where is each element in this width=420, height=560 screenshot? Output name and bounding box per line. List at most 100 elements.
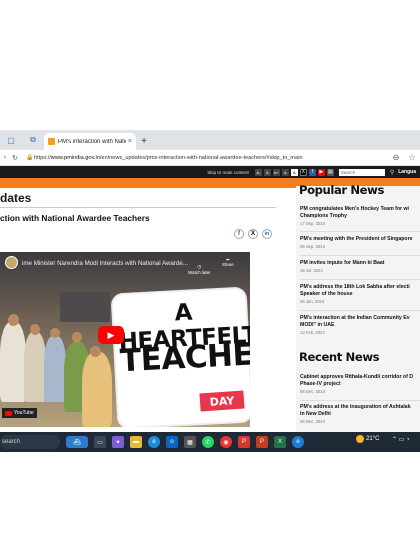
file-explorer-icon[interactable]: ▬ [130,436,142,448]
news-item[interactable]: PM invites inputs for Mann ki Baat 19 Ju… [300,260,420,273]
taskbar-search-label: search [2,439,21,445]
new-tab-button[interactable]: + [136,133,152,150]
recent-news-heading: Recent News [299,350,380,364]
video-share-button[interactable]: ➦ Share [222,257,234,268]
tab-close-icon[interactable]: × [128,138,132,145]
pinterest-icon[interactable]: P [238,436,250,448]
news-item[interactable]: PM's address at the inauguration of Asht… [300,404,420,424]
watch-later-label: Watch later [188,270,211,275]
url-domain: www.pmindia.gov.in [50,154,100,161]
news-title: PM's interaction at the Indian Community… [300,315,410,321]
taskbar-search[interactable]: search [0,435,60,449]
news-item[interactable]: PM's address the 18th Lok Sabha after el… [300,284,420,304]
copilot-icon[interactable]: ✦ [112,436,124,448]
refresh-icon[interactable]: ↻ [10,154,20,162]
news-divider [300,400,420,401]
news-item[interactable]: Cabinet approves Rithala-Kundli corridor… [300,374,420,394]
facebook-share-icon[interactable]: f [234,229,244,239]
url-path: /en/news_updates/pms-interaction-with-na… [99,154,303,161]
windows-taskbar: search ⛴ ▭ ✦ ▬ e o ▦ ✆ ◉ P P X e 21°C ⌃ … [0,432,420,452]
share-label: Share [222,261,234,267]
thumbnail-screen [60,292,110,322]
news-title: PM congratulates Men's Hockey Team for w… [300,206,409,212]
news-divider [300,255,420,256]
site-search-input[interactable]: Search [338,168,385,176]
excel-icon[interactable]: X [274,436,286,448]
thumbnail-figure [30,324,40,335]
thumbnail-figure [0,322,26,402]
play-button[interactable]: ▶ [98,326,124,344]
language-selector[interactable]: Langua [398,169,416,175]
facebook-icon[interactable]: f [308,168,316,176]
thumbnail-headline-2: TEACHERS [119,334,250,380]
youtube-logo[interactable]: YouTube [2,408,37,418]
contrast-dark-button[interactable]: A [281,168,289,176]
browser-tab-active[interactable]: PM's interaction with National Aw... × [44,133,136,150]
thumbnail-day-tag: DAY [199,390,245,412]
news-item[interactable]: PM congratulates Men's Hockey Team for w… [300,206,420,226]
media-icon[interactable]: ▤ [326,168,334,176]
video-embed[interactable]: ime Minister Narendra Modi Interacts wit… [0,252,250,427]
powerpoint-icon[interactable]: P [256,436,268,448]
url-field[interactable]: https://www.pmindia.gov.in/en/news_updat… [34,155,388,161]
thumbnail-figure [90,346,101,357]
thumbnail-figure [50,328,60,338]
news-title: PM invites inputs for Mann ki Baat [300,260,385,266]
lock-icon[interactable]: 🔒 [26,154,34,161]
sitemap-icon[interactable]: ⚲ [390,169,394,176]
watch-later-button[interactable]: ◷ Watch later [188,264,211,275]
news-divider [300,310,420,311]
tab-actions-icon[interactable]: ▢ [0,130,22,150]
youtube-icon[interactable]: ▶ [317,168,325,176]
sun-icon [356,435,364,443]
channel-avatar[interactable] [5,256,18,269]
video-title[interactable]: ime Minister Narendra Modi Interacts wit… [22,260,188,267]
x-share-icon[interactable]: X [248,229,258,239]
play-icon: ▶ [107,329,115,340]
temperature-label: 21°C [366,436,380,442]
thumbnail-figure [72,332,82,343]
x-social-icon[interactable]: X [299,168,307,176]
news-date: 06 Dec, 2024 [300,389,325,395]
edge-beta-icon[interactable]: e [292,436,304,448]
back-icon[interactable]: ‹ [0,154,10,161]
news-title-cont: Speaker of the house [300,291,353,298]
zoom-icon[interactable]: ⊖ [388,153,404,162]
news-divider [300,231,420,232]
outlook-icon[interactable]: o [166,436,178,448]
section-heading: dates [0,191,32,205]
whatsapp-icon[interactable]: ✆ [202,436,214,448]
news-date: 06 Dec, 2024 [300,419,325,425]
edge-browser-icon[interactable]: e [148,436,160,448]
photo-stage: ▢ ⧉ PM's interaction with National Aw...… [0,0,420,560]
youtube-label: YouTube [14,410,34,416]
linkedin-share-icon[interactable]: in [262,229,272,239]
url-prefix: https:// [34,154,51,161]
chrome-icon[interactable]: ◉ [220,436,232,448]
thumbnail-figure [8,314,19,326]
font-normal-button[interactable]: A [263,168,271,176]
thumbnail-figure [82,352,112,427]
monitor-screen: ▢ ⧉ PM's interaction with National Aw...… [0,130,420,452]
favorite-star-icon[interactable]: ☆ [404,153,420,162]
system-tray-icons[interactable]: ⌃ ▭ ◔ [392,436,410,443]
skip-to-main-link[interactable]: Skip to main content [207,170,249,175]
tab-title: PM's interaction with National Aw... [58,138,126,145]
tab-collections-icon[interactable]: ⧉ [22,130,44,150]
contrast-light-button[interactable]: A [290,168,298,176]
font-increase-button[interactable]: A+ [272,168,280,176]
article-title: ction with National Awardee Teachers [0,213,150,223]
news-title-cont: MODI" in UAE [300,322,335,329]
thumbnail-figure [24,332,46,402]
weather-widget[interactable]: 21°C [356,435,379,443]
task-view-icon[interactable]: ▭ [94,436,106,448]
news-item[interactable]: PM's interaction at the Indian Community… [300,315,420,335]
news-item[interactable]: PM's meeting with the President of Singa… [300,236,420,249]
ship-widget-icon[interactable]: ⛴ [66,436,88,448]
news-title-cont: in New Delhi [300,411,331,418]
news-date: 05 Sep, 2024 [300,244,325,250]
news-divider [300,279,420,280]
store-icon[interactable]: ▦ [184,436,196,448]
news-title: PM's address the 18th Lok Sabha after el… [300,284,410,290]
font-decrease-button[interactable]: A- [254,168,262,176]
